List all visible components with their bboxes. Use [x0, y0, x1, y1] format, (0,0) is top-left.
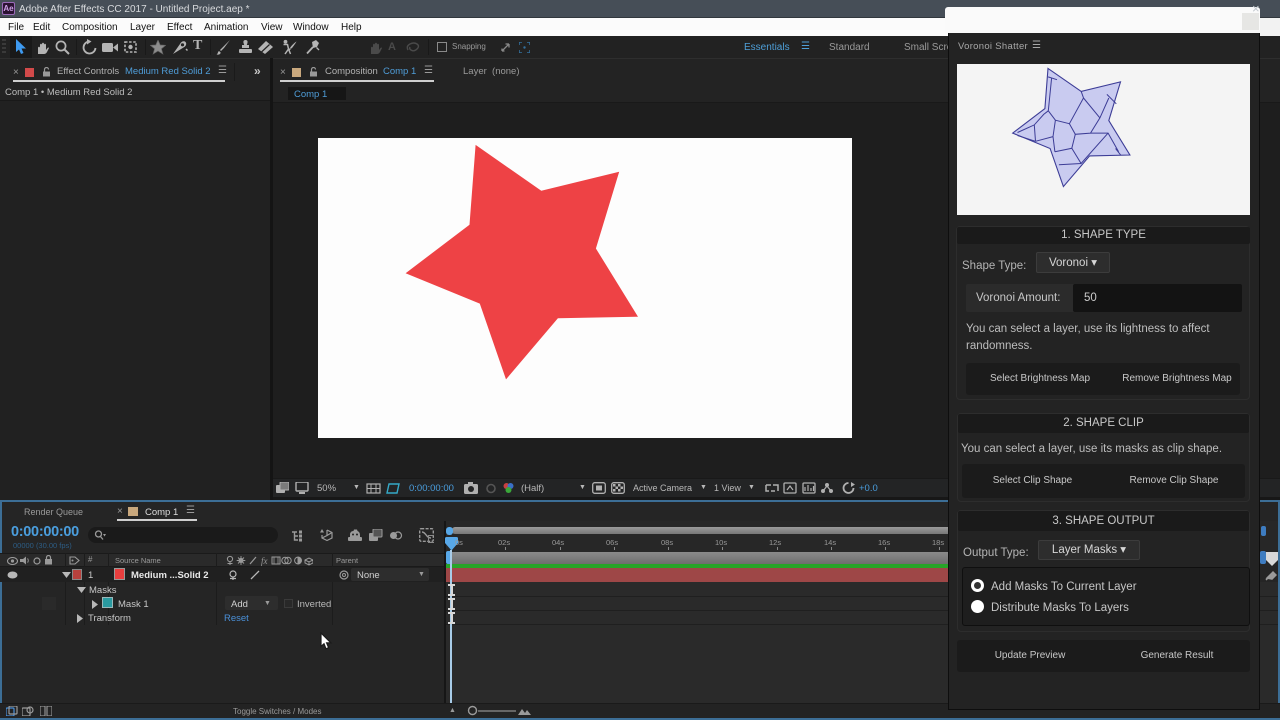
svg-text:fx: fx: [261, 556, 268, 566]
